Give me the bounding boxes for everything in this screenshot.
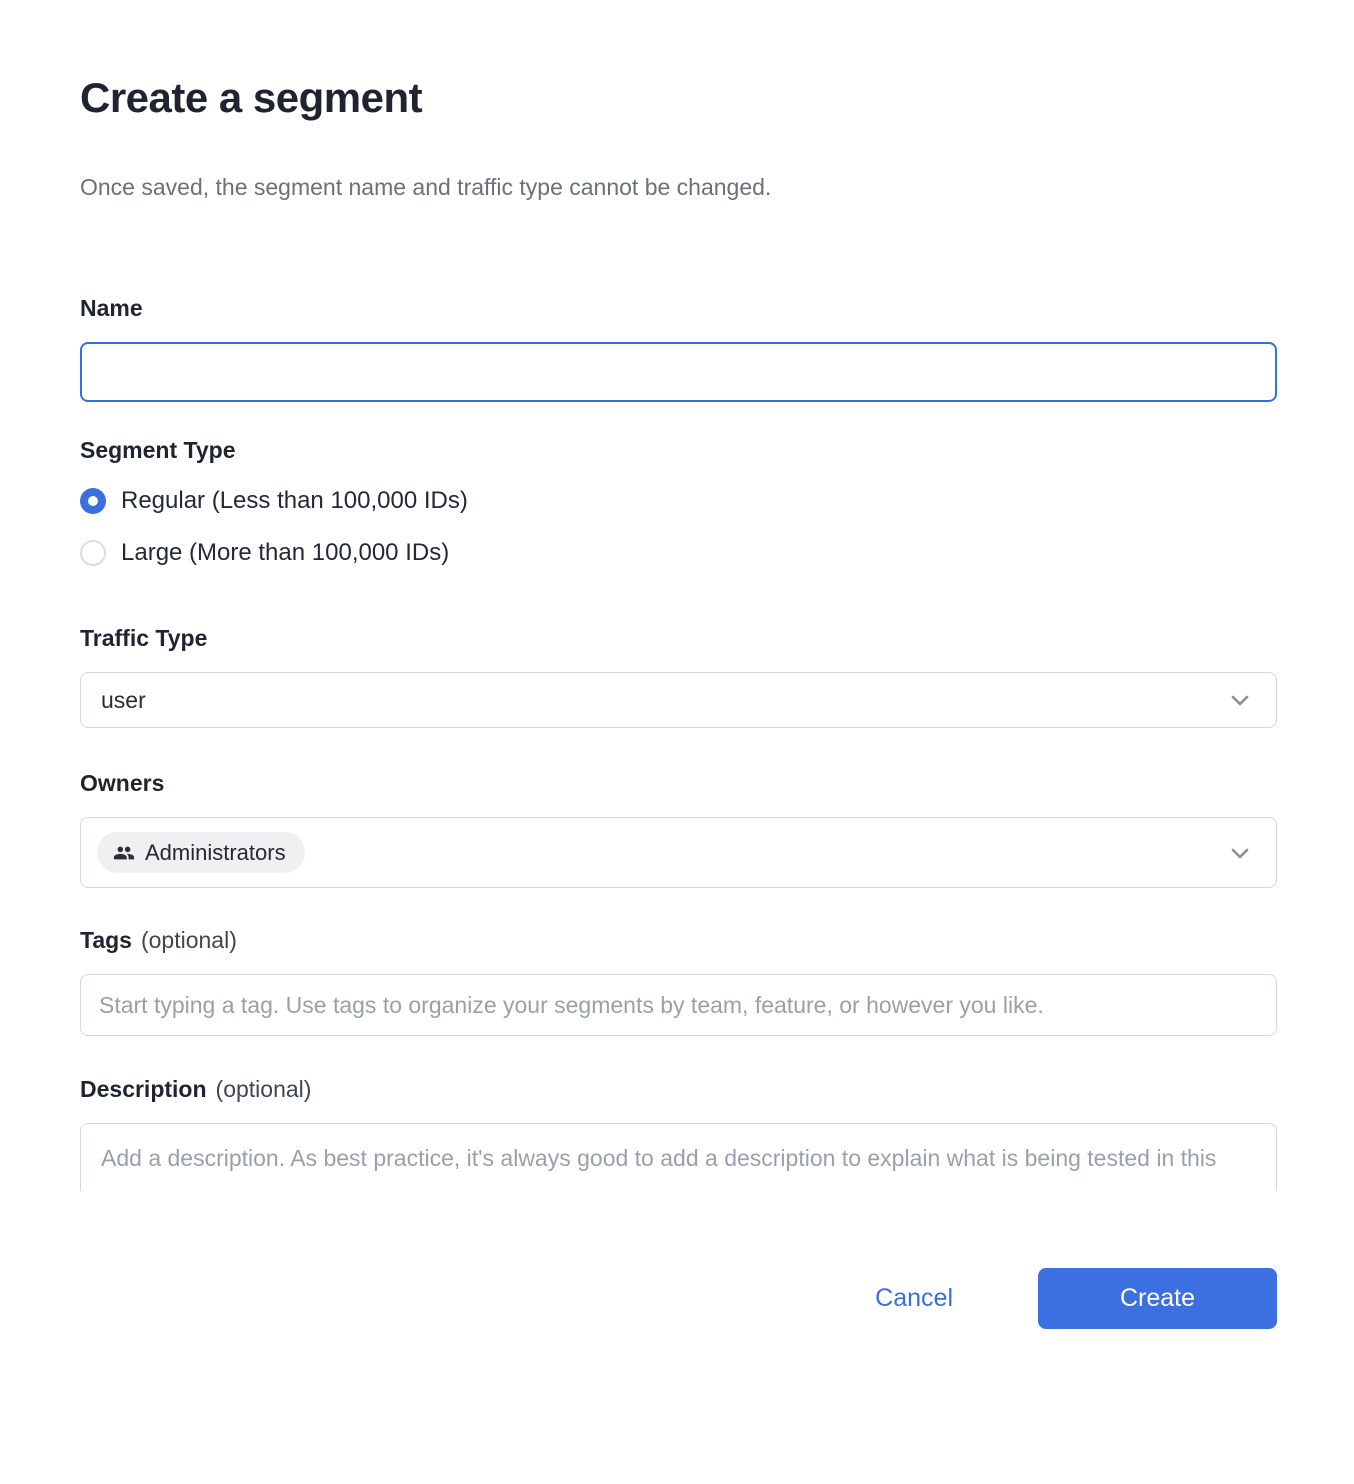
cancel-button[interactable]: Cancel xyxy=(875,1284,953,1313)
owner-chip-label: Administrators xyxy=(145,840,286,866)
owners-select[interactable]: Administrators xyxy=(80,817,1277,888)
name-input[interactable] xyxy=(80,342,1277,402)
segment-type-label: Segment Type xyxy=(80,437,1277,464)
radio-selected-icon[interactable] xyxy=(80,488,106,514)
chevron-down-icon[interactable] xyxy=(1226,686,1254,714)
radio-label-large: Large (More than 100,000 IDs) xyxy=(121,539,449,567)
people-icon xyxy=(113,842,135,864)
tags-label-text: Tags xyxy=(80,927,132,953)
chevron-down-icon[interactable] xyxy=(1226,839,1254,867)
create-button[interactable]: Create xyxy=(1038,1268,1277,1329)
description-label-text: Description xyxy=(80,1076,207,1102)
tags-label: Tags (optional) xyxy=(80,927,1277,954)
traffic-type-label: Traffic Type xyxy=(80,625,1277,652)
description-clip xyxy=(80,1123,1277,1191)
description-optional-text: (optional) xyxy=(216,1076,312,1102)
traffic-type-value: user xyxy=(101,687,146,714)
tags-input[interactable] xyxy=(80,974,1277,1036)
dialog-title: Create a segment xyxy=(80,74,1277,122)
name-label: Name xyxy=(80,295,1277,322)
owner-chip-administrators[interactable]: Administrators xyxy=(97,832,305,873)
traffic-type-select[interactable]: user xyxy=(80,672,1277,728)
description-textarea[interactable] xyxy=(80,1123,1277,1191)
dialog-footer: Cancel Create xyxy=(80,1268,1277,1329)
segment-type-option-large[interactable]: Large (More than 100,000 IDs) xyxy=(80,539,1277,567)
create-segment-dialog: Create a segment Once saved, the segment… xyxy=(0,74,1354,1329)
segment-type-option-regular[interactable]: Regular (Less than 100,000 IDs) xyxy=(80,487,1277,515)
radio-label-regular: Regular (Less than 100,000 IDs) xyxy=(121,487,468,515)
owners-label: Owners xyxy=(80,770,1277,797)
tags-optional-text: (optional) xyxy=(141,927,237,953)
dialog-subtitle: Once saved, the segment name and traffic… xyxy=(80,174,1277,201)
radio-unselected-icon[interactable] xyxy=(80,540,106,566)
description-label: Description (optional) xyxy=(80,1076,1277,1103)
